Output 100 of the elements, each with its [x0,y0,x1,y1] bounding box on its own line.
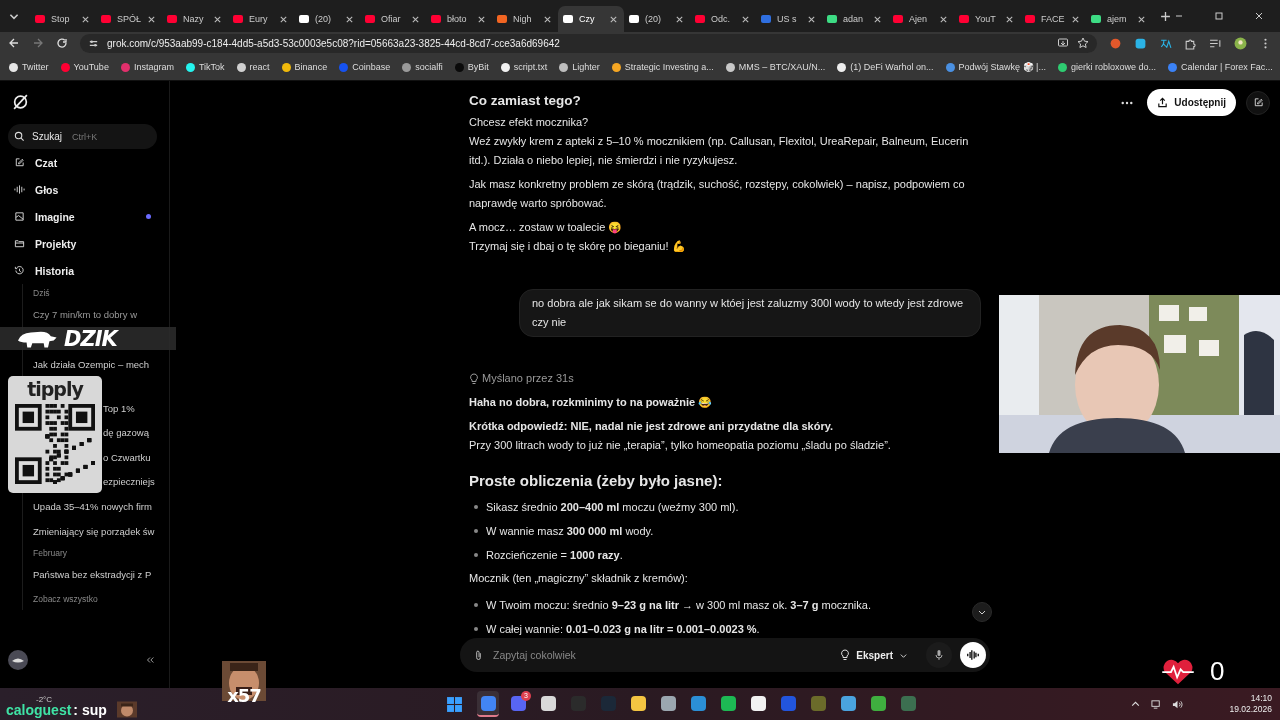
bookmark[interactable]: socialfi [397,60,448,74]
browser-tab[interactable]: Odc. [690,6,756,32]
bookmark[interactable]: YouTube [55,60,114,74]
extension-icon[interactable] [1109,36,1122,50]
bookmark[interactable]: Coinbase [334,60,396,74]
bookmark[interactable]: Binance [276,60,333,74]
search-field[interactable]: Szukaj Ctrl+K [8,124,157,149]
history-item[interactable]: Top 1% [103,396,157,422]
bullet-icon [474,505,478,509]
browser-tab[interactable]: ajem [1086,6,1152,32]
new-chat-button[interactable] [1246,90,1270,115]
bookmark[interactable]: Twitter [4,60,54,74]
close-icon[interactable] [939,14,948,24]
avatar-icon[interactable] [1234,36,1247,50]
history-item[interactable]: Państwa bez ekstradycji z P [33,563,157,588]
browser-tab[interactable]: FACE [1020,6,1086,32]
clock-time[interactable]: 14:10 [1250,693,1272,704]
history-item[interactable]: Czy 7 min/km to dobry w [33,303,157,328]
browser-tab[interactable]: SPÓŁ [96,6,162,32]
bookmark[interactable]: script.txt [495,60,553,74]
bookmark[interactable]: Lighter [554,60,605,74]
browser-tab[interactable]: Czy [558,6,624,32]
nav-item[interactable]: Czat [8,149,157,176]
bookmark[interactable]: Instagram [115,60,179,74]
bookmark[interactable]: TikTok [180,60,230,74]
close-icon[interactable] [1071,14,1080,24]
restore-icon[interactable] [1214,11,1224,21]
forward-icon[interactable] [32,37,44,49]
bookmark[interactable]: MMS – BTC/XAU/N... [720,60,831,74]
bookmark[interactable]: (1) DeFi Warhol on... [832,60,939,74]
extension-icon[interactable] [1134,36,1147,50]
emote-counter: x57 [227,685,261,706]
history-item[interactable]: o Czwartku [103,445,157,471]
close-icon[interactable] [675,14,684,24]
bookmark[interactable]: Strategic Investing a... [606,60,719,74]
browser-tab[interactable]: Stop [30,6,96,32]
plus-icon[interactable] [1160,10,1171,22]
bookmark[interactable]: Calendar | Forex Fac... [1162,60,1278,74]
star-icon[interactable] [1077,37,1089,49]
close-icon[interactable] [609,14,618,24]
nav-item[interactable]: Projekty [8,230,157,257]
history-item[interactable]: Zmieniający się porządek św [33,519,157,545]
collapse-icon[interactable] [145,655,155,665]
browser-tab[interactable]: Ofiar [360,6,426,32]
paperclip-icon[interactable] [474,649,483,661]
bookmark[interactable]: gierki robloxowe do... [1052,60,1161,74]
close-icon[interactable] [1005,14,1014,24]
history-item[interactable]: Jak działa Ozempic – mech [33,352,157,378]
nav-item[interactable]: Głos [8,176,157,203]
close-icon[interactable] [411,14,420,24]
close-icon[interactable] [1254,11,1264,21]
close-icon[interactable] [741,14,750,24]
close-icon[interactable] [147,14,156,24]
puzzle-icon[interactable] [1184,36,1197,50]
close-icon[interactable] [1137,14,1146,24]
browser-tab[interactable]: US s [756,6,822,32]
bookmark[interactable]: Podwój Stawkę 🎲 |... [940,60,1051,74]
browser-tab[interactable]: adan [822,6,888,32]
reload-icon[interactable] [56,37,68,49]
browser-tab[interactable]: błoto [426,6,492,32]
browser-tab[interactable]: Nigh [492,6,558,32]
browser-tab[interactable]: Ajen [888,6,954,32]
close-icon[interactable] [213,14,222,24]
mode-dropdown[interactable]: Ekspert [830,649,918,661]
nav-item[interactable]: Historia [8,257,157,284]
install-icon[interactable] [1057,37,1069,49]
avatar-icon[interactable] [8,650,28,670]
more-icon[interactable] [1121,100,1134,105]
browser-tab[interactable]: (20) [294,6,360,32]
close-icon[interactable] [543,14,552,24]
close-icon[interactable] [807,14,816,24]
history-item[interactable]: ezpieczniejs [103,470,157,496]
logo-text: DZIK [64,327,117,350]
browser-tab[interactable]: (20) [624,6,690,32]
voice-mode-button[interactable] [960,642,986,668]
browser-tab[interactable]: Eury [228,6,294,32]
history-item[interactable]: dę gazową [103,421,157,446]
close-icon[interactable] [477,14,486,24]
back-icon[interactable] [8,37,20,49]
network-icon[interactable] [1151,698,1163,710]
close-icon[interactable] [345,14,354,24]
speaker-icon[interactable] [1172,698,1184,710]
thinking-label[interactable]: Myślano przez 31s [482,369,574,388]
nav-item[interactable]: Imagine [8,203,157,230]
share-button[interactable]: Udostępnij [1147,89,1236,116]
bookmark[interactable]: react [231,60,275,74]
windows-icon[interactable] [446,695,463,713]
see-all-link[interactable]: Zobacz wszystko [33,587,157,610]
site-settings-icon[interactable] [88,37,99,49]
close-icon[interactable] [81,14,90,24]
microphone-button[interactable] [926,642,952,668]
browser-tab[interactable]: YouT [954,6,1020,32]
bookmark[interactable]: ByBit [449,60,494,74]
address-bar[interactable]: grok.com/c/953aab99-c184-4dd5-a5d3-53c0003e5c08?rid=05663a23-3825-44cd-8cd7-cce3a6d69642 [80,33,1097,53]
close-icon[interactable] [279,14,288,24]
history-item[interactable]: Upada 35–41% nowych firm [33,495,157,520]
close-icon[interactable] [873,14,882,24]
browser-tab[interactable]: Nazy [162,6,228,32]
message-input[interactable]: Zapytaj cokolwiek Ekspert [460,638,990,672]
clock-date[interactable]: 19.02.2026 [1229,704,1272,715]
